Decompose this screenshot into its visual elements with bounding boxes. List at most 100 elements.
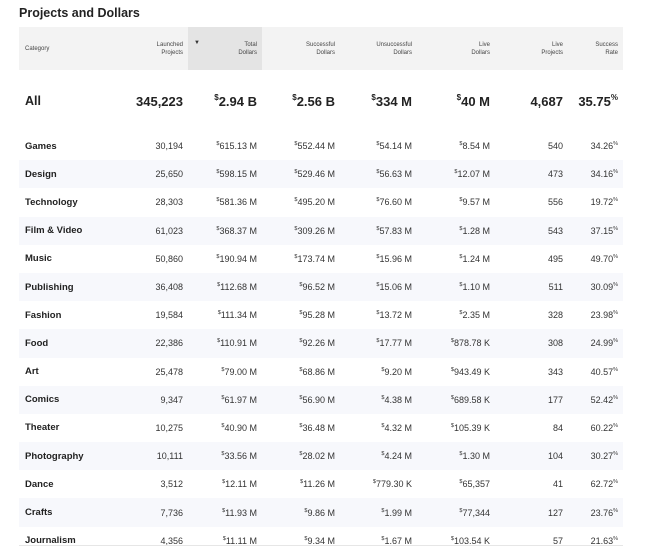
cell-launched-projects: 10,111 — [156, 451, 183, 462]
column-header-successful-dollars[interactable]: Successful Dollars — [262, 27, 340, 70]
cell-value: 60.22 — [590, 422, 614, 433]
cell-value: 62.72 — [590, 479, 614, 490]
cell-live-projects: 556 — [547, 197, 563, 208]
cell-value: 615.13 M — [219, 141, 257, 152]
cell-value: 13.72 M — [379, 310, 412, 321]
cell-category: Technology — [25, 196, 78, 208]
cell-live-projects: 84 — [552, 422, 563, 433]
cell-successful-dollars: $68.86 M — [262, 358, 340, 386]
percent-symbol: % — [613, 225, 618, 232]
cell-value: 36.48 M — [302, 422, 335, 433]
column-header-success-rate[interactable]: Success Rate — [568, 27, 623, 70]
cell-launched-projects: 9,347 — [160, 394, 183, 405]
summary-total-dollars-value: 2.94 B — [218, 94, 257, 109]
cell-success-rate: 34.26% — [568, 132, 623, 160]
cell-value: 1.99 M — [384, 507, 412, 518]
cell-value: 77,344 — [462, 507, 490, 518]
table-row: Crafts 7,736 $11.93 M $9.86 M $1.99 M $77,344… — [19, 498, 623, 527]
table-row: Design 25,650 $598.15 M $529.46 M $56.63 M $1… — [19, 160, 623, 189]
table-row: Theater 10,275 $40.90 M $36.48 M $4.32 M $105… — [19, 414, 623, 442]
table-row: Photography 10,111 $33.56 M $28.02 M $4.24 M… — [19, 442, 623, 471]
cell-live-projects: 104 — [547, 451, 563, 462]
cell-unsuccessful-dollars: $54.14 M — [340, 132, 417, 160]
cell-total-dollars: $12.11 M — [188, 470, 262, 498]
percent-symbol: % — [613, 535, 618, 542]
cell-value: 9.20 M — [384, 366, 412, 377]
cell-success-rate: 60.22% — [568, 414, 623, 442]
cell-live-dollars: $1.24 M — [417, 245, 495, 273]
cell-success-rate: 30.27% — [568, 442, 623, 470]
cell-launched-projects: 10,275 — [155, 422, 183, 433]
cell-live-projects: 543 — [547, 225, 563, 236]
cell-live-dollars: $9.57 M — [417, 188, 495, 216]
cell-value: 9.57 M — [462, 197, 490, 208]
cell-success-rate: 62.72% — [568, 470, 623, 498]
cell-value: 309.26 M — [297, 225, 335, 236]
percent-symbol: % — [613, 422, 618, 429]
cell-value: 23.98 — [590, 310, 614, 321]
cell-value: 24.99 — [590, 338, 614, 349]
cell-successful-dollars: $96.52 M — [262, 273, 340, 301]
cell-live-projects: 343 — [547, 366, 563, 377]
sort-descending-icon: ▼ — [194, 40, 200, 46]
cell-successful-dollars: $11.26 M — [262, 470, 340, 498]
cell-live-projects: 473 — [547, 169, 563, 180]
summary-success-rate-value: 35.75 — [578, 94, 611, 109]
summary-total-dollars: $2.94 B — [188, 70, 262, 132]
percent-symbol: % — [613, 366, 618, 373]
cell-value: 68.86 M — [302, 366, 335, 377]
cell-live-projects: 127 — [547, 507, 563, 518]
summary-successful-dollars: $2.56 B — [262, 70, 340, 132]
cell-value: 30.09 — [590, 282, 614, 293]
cell-successful-dollars: $56.90 M — [262, 386, 340, 414]
cell-live-dollars: $878.78 K — [417, 329, 495, 357]
cell-unsuccessful-dollars: $15.06 M — [340, 273, 417, 301]
column-header-label: Launched Projects — [156, 41, 183, 56]
cell-value: 4.32 M — [384, 422, 412, 433]
cell-live-dollars: $689.58 K — [417, 386, 495, 414]
cell-value: 96.52 M — [302, 282, 335, 293]
column-header-live-dollars[interactable]: Live Dollars — [417, 27, 495, 70]
cell-value: 689.58 K — [453, 394, 490, 405]
cell-successful-dollars: $529.46 M — [262, 160, 340, 188]
cell-unsuccessful-dollars: $779.30 K — [340, 470, 417, 498]
cell-value: 111.34 M — [220, 310, 257, 321]
cell-launched-projects: 25,478 — [155, 366, 183, 377]
cell-value: 49.70 — [590, 253, 614, 264]
cell-total-dollars: $190.94 M — [188, 245, 262, 273]
column-header-live-projects[interactable]: Live Projects — [495, 27, 568, 70]
cell-live-dollars: $1.10 M — [417, 273, 495, 301]
cell-launched-projects: 25,650 — [155, 169, 183, 180]
percent-symbol: % — [613, 310, 618, 317]
cell-value: 581.36 M — [219, 197, 257, 208]
cell-unsuccessful-dollars: $76.60 M — [340, 188, 417, 216]
cell-successful-dollars: $309.26 M — [262, 217, 340, 245]
table-row: Dance 3,512 $12.11 M $11.26 M $779.30 K $65,3… — [19, 470, 623, 498]
column-header-unsuccessful-dollars[interactable]: Unsuccessful Dollars — [340, 27, 417, 70]
percent-symbol: % — [613, 197, 618, 204]
summary-live-dollars: $40 M — [417, 70, 495, 132]
cell-value: 190.94 M — [219, 253, 257, 264]
cell-value: 34.26 — [590, 141, 614, 152]
column-header-label: Unsuccessful Dollars — [376, 41, 412, 56]
cell-live-dollars: $1.28 M — [417, 217, 495, 245]
column-header-category[interactable]: Category — [19, 27, 97, 70]
percent-symbol: % — [613, 169, 618, 176]
cell-unsuccessful-dollars: $1.99 M — [340, 498, 417, 526]
cell-value: 30.27 — [590, 451, 614, 462]
cell-category: Photography — [25, 450, 84, 462]
column-header-launched-projects[interactable]: Launched Projects — [97, 27, 188, 70]
cell-success-rate: 19.72% — [568, 188, 623, 216]
cell-live-dollars: $77,344 — [417, 498, 495, 526]
percent-symbol: % — [613, 479, 618, 486]
cell-value: 23.76 — [590, 507, 614, 518]
cell-total-dollars: $598.15 M — [188, 160, 262, 188]
cell-success-rate: 49.70% — [568, 245, 623, 273]
table-row: Games 30,194 $615.13 M $552.44 M $54.14 M $8.… — [19, 132, 623, 160]
cell-live-dollars: $12.07 M — [417, 160, 495, 188]
page-title: Projects and Dollars — [19, 6, 140, 20]
column-header-total-dollars[interactable]: ▼ Total Dollars — [188, 27, 262, 70]
projects-dollars-table: Category Launched Projects ▼ Total Dollars … — [19, 27, 623, 555]
cell-successful-dollars: $495.20 M — [262, 188, 340, 216]
cell-successful-dollars: $552.44 M — [262, 132, 340, 160]
